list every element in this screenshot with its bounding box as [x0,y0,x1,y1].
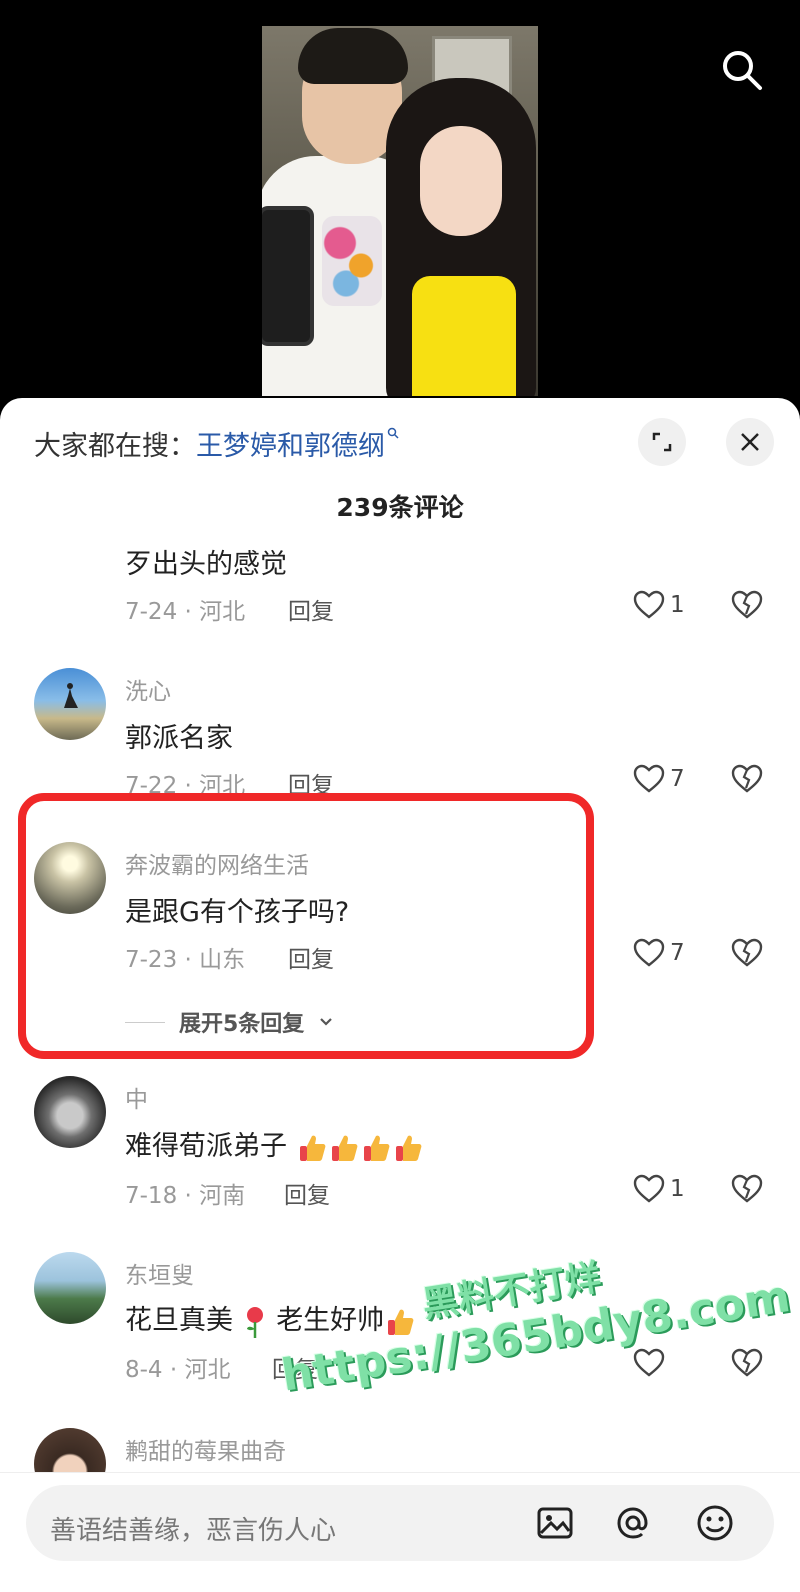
heart-icon [633,590,665,619]
image-icon [537,1507,573,1539]
dislike-button[interactable] [730,1172,764,1210]
comment-content: 难得荀派弟子 [125,1124,424,1164]
like-button[interactable]: 1 [632,1172,685,1206]
comment-count: 239条评论 [336,493,464,522]
emoji-icon [697,1505,733,1541]
comment-username[interactable]: 鹣甜的莓果曲奇 [125,1432,286,1466]
heart-icon [633,1348,665,1377]
broken-heart-icon [731,764,763,793]
comment-username[interactable]: 东垣叟 [125,1256,194,1290]
reply-button[interactable]: 回复 [288,592,334,626]
at-icon [617,1507,648,1539]
dislike-button[interactable] [730,936,764,974]
thumbs-up-emoji [299,1135,325,1161]
comment-content: 歹出头的感觉 [125,549,287,580]
like-button[interactable]: 7 [632,762,685,796]
comment-meta: 8-4 · 河北 [125,1357,231,1383]
broken-heart-icon [731,938,763,967]
expand-icon [652,432,672,452]
hot-search-prefix: 大家都在搜： [34,431,196,462]
rose-emoji [246,1306,263,1338]
hot-search[interactable]: 大家都在搜：王梦婷和郭德纲 [34,424,399,463]
avatar[interactable] [34,1076,106,1148]
comment-content: 郭派名家 [125,723,233,754]
reply-button[interactable]: 回复 [284,1176,330,1210]
emoji-button[interactable] [692,1500,738,1546]
comment-text: 难得荀派弟子 [125,1131,287,1162]
broken-heart-icon [731,1174,763,1203]
video-player[interactable] [0,0,800,400]
heart-icon [633,938,665,967]
comment-input-placeholder[interactable]: 善语结善缘，恶言伤人心 [50,1510,336,1547]
comment-meta: 7-24 · 河北 [125,599,246,625]
search-icon [723,51,762,90]
highlight-annotation [18,793,594,1059]
dislike-button[interactable] [730,1346,764,1384]
video-thumbnail [262,26,538,396]
image-button[interactable] [532,1500,578,1546]
broken-heart-icon [731,1348,763,1377]
like-count: 1 [670,592,685,618]
search-button[interactable] [718,46,766,94]
close-button[interactable] [726,418,774,466]
hot-search-keyword[interactable]: 王梦婷和郭德纲 [196,431,385,462]
mention-button[interactable] [610,1500,656,1546]
comment-text-part1: 花旦真美 [125,1305,233,1336]
thumbs-up-emoji [331,1135,357,1161]
comment-username[interactable]: 中 [125,1080,148,1114]
broken-heart-icon [731,590,763,619]
sheet-header: 大家都在搜：王梦婷和郭德纲 [0,398,800,490]
comment-username[interactable]: 洗心 [125,672,171,706]
avatar[interactable] [34,668,106,740]
like-button[interactable] [632,1346,666,1380]
like-button[interactable]: 7 [632,936,685,970]
like-count: 7 [670,766,685,792]
heart-icon [633,1174,665,1203]
thumbs-up-emoji [363,1135,389,1161]
avatar[interactable] [34,1252,106,1324]
like-count: 7 [670,940,685,966]
dislike-button[interactable] [730,762,764,800]
comment-meta: 7-18 · 河南 [125,1183,246,1209]
dislike-button[interactable] [730,588,764,626]
close-icon [741,433,759,451]
search-small-icon [387,424,399,443]
like-count: 1 [670,1176,685,1202]
heart-icon [633,764,665,793]
like-button[interactable]: 1 [632,588,685,622]
thumbs-up-emoji [395,1135,421,1161]
expand-button[interactable] [638,418,686,466]
